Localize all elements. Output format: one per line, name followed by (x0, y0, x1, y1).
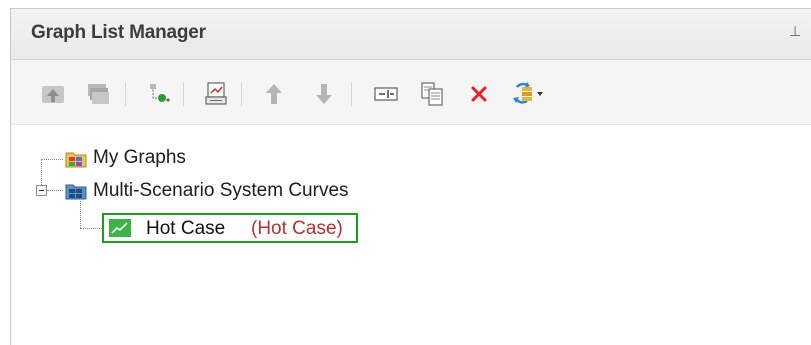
move-down-icon[interactable] (311, 81, 337, 107)
panel-titlebar: Graph List Manager ⊥ (11, 9, 811, 60)
tree-connector (80, 228, 102, 229)
scenario-label: (Hot Case) (251, 218, 343, 239)
tree-connector (41, 159, 63, 160)
toolbar-separator (351, 82, 352, 106)
collapse-toggle[interactable] (36, 185, 47, 196)
add-node-icon[interactable] (145, 81, 171, 107)
toolbar (11, 60, 811, 125)
tree-item-hot-case[interactable]: Hot Case (Hot Case) (102, 213, 358, 243)
tree-item-label: Multi-Scenario System Curves (93, 180, 349, 201)
tree-connector (80, 201, 81, 228)
tree-item-label: My Graphs (93, 147, 186, 168)
toolbar-separator (183, 82, 184, 106)
graph-list-manager-panel: Graph List Manager ⊥ My Graphs Multi-Sce… (10, 8, 811, 345)
grid-folder-icon (65, 182, 87, 200)
panel-title: Graph List Manager (31, 22, 206, 43)
upload-graph-icon[interactable] (40, 81, 66, 107)
rename-icon[interactable] (373, 81, 399, 107)
refresh-dropdown-icon[interactable] (511, 81, 545, 107)
print-graph-icon[interactable] (203, 81, 229, 107)
line-graph-icon (109, 219, 131, 237)
toolbar-separator (125, 82, 126, 106)
toolbar-separator (241, 82, 242, 106)
tree-connector (47, 190, 63, 191)
stack-graph-icon[interactable] (85, 81, 111, 107)
tree-item-label: Hot Case (146, 218, 226, 239)
tree-connector (41, 159, 42, 185)
delete-icon[interactable] (466, 81, 492, 107)
graph-tree: My Graphs Multi-Scenario System Curves H… (11, 125, 811, 345)
copy-icon[interactable] (419, 81, 445, 107)
pin-icon[interactable]: ⊥ (789, 21, 803, 43)
move-up-icon[interactable] (261, 81, 287, 107)
folder-icon (65, 150, 87, 168)
